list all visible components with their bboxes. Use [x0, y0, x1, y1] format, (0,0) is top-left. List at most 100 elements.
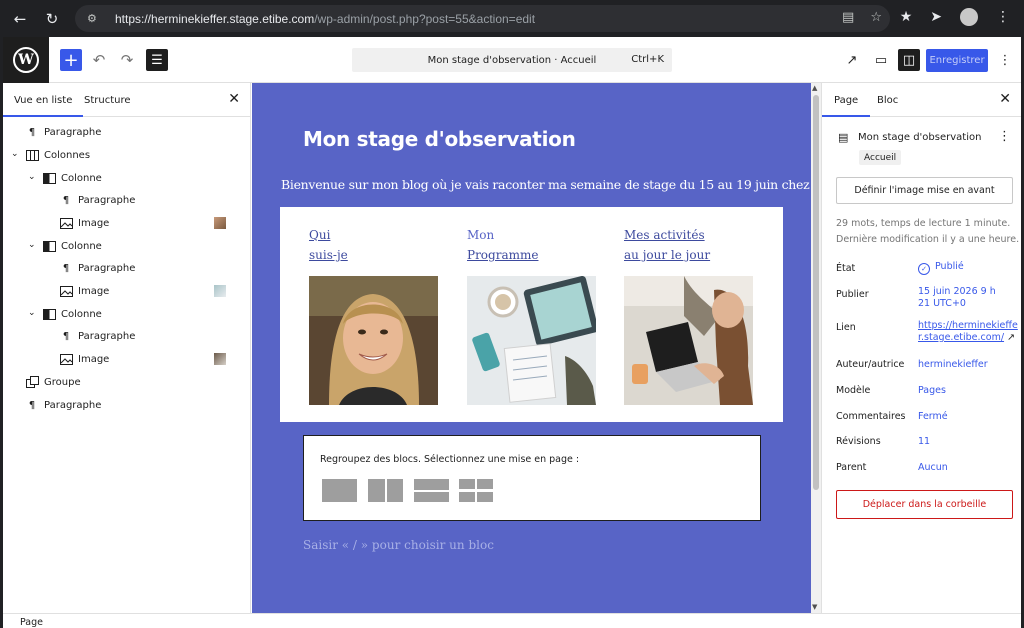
- group-variant-row[interactable]: [368, 479, 403, 502]
- program-link[interactable]: Programme: [467, 248, 538, 262]
- favorites-icon[interactable]: ★: [900, 9, 913, 25]
- device-preview-icon[interactable]: ▭: [870, 49, 892, 71]
- tab-block[interactable]: Bloc: [877, 95, 898, 106]
- redo-icon[interactable]: ↷: [117, 50, 137, 70]
- list-item-label: Paragraphe: [44, 399, 102, 411]
- post-title[interactable]: Mon stage d'observation: [303, 127, 576, 151]
- editor-toolbar: W + ↶ ↷ ☰ Mon stage d'observation · Accu…: [3, 37, 1021, 83]
- variant-block: [477, 479, 493, 489]
- about-link[interactable]: Qui: [309, 228, 330, 242]
- list-item-column[interactable]: Colonne: [42, 304, 102, 324]
- state-value[interactable]: ✓ Publié: [918, 261, 964, 275]
- publish-date[interactable]: 15 juin 2026 9 h 21 UTC+0: [918, 286, 996, 310]
- scroll-up-icon[interactable]: ▲: [812, 84, 817, 92]
- page-actions-icon[interactable]: ⋮: [998, 129, 1011, 144]
- chevron-down-icon[interactable]: ⌄: [11, 149, 19, 159]
- list-item-label: Paragraphe: [44, 126, 102, 138]
- column-3-heading[interactable]: Mes activités au jour le jour: [624, 225, 710, 265]
- revisions-value[interactable]: 11: [918, 436, 930, 448]
- view-page-icon[interactable]: ↗: [841, 49, 863, 71]
- list-item-image[interactable]: Image: [59, 349, 109, 369]
- close-icon[interactable]: ✕: [228, 91, 240, 107]
- list-item-paragraph[interactable]: ¶ Paragraphe: [25, 122, 102, 142]
- template-value[interactable]: Pages: [918, 385, 946, 397]
- list-item-group[interactable]: Groupe: [25, 372, 81, 392]
- variant-block: [414, 491, 449, 502]
- save-button[interactable]: Enregistrer: [926, 49, 988, 72]
- comments-value[interactable]: Fermé: [918, 411, 948, 423]
- list-item-paragraph[interactable]: ¶ Paragraphe: [59, 326, 136, 346]
- move-to-trash-button[interactable]: Déplacer dans la corbeille: [836, 490, 1013, 519]
- editor-canvas[interactable]: Mon stage d'observation Bienvenue sur mo…: [252, 83, 811, 613]
- scroll-down-icon[interactable]: ▼: [812, 603, 817, 611]
- breadcrumb-page[interactable]: Page: [20, 617, 43, 628]
- list-item-column[interactable]: Colonne: [42, 236, 102, 256]
- columns-block[interactable]: Qui suis-je Mon Programme Mes activités …: [280, 207, 783, 422]
- profile-avatar[interactable]: [960, 8, 978, 26]
- list-item-columns[interactable]: Colonnes: [25, 145, 90, 165]
- url-path: /wp-admin/post.php?post=55&action=edit: [314, 11, 536, 26]
- site-info-icon[interactable]: ⚙: [87, 12, 103, 25]
- column-1-heading[interactable]: Qui suis-je: [309, 225, 348, 265]
- tab-structure[interactable]: Structure: [84, 95, 131, 106]
- parent-label: Parent: [836, 462, 867, 473]
- wordpress-logo-button[interactable]: W: [3, 37, 49, 83]
- browser-menu-icon[interactable]: ⋮: [996, 9, 1010, 25]
- parent-value[interactable]: Aucun: [918, 462, 948, 474]
- document-overview-button[interactable]: ☰: [146, 49, 168, 71]
- list-item-paragraph[interactable]: ¶ Paragraphe: [59, 258, 136, 278]
- back-arrow-icon[interactable]: ←: [10, 9, 30, 29]
- activities-link[interactable]: Mes activités: [624, 228, 705, 242]
- reader-mode-icon[interactable]: ▤: [842, 10, 854, 25]
- address-bar[interactable]: ⚙ https://herminekieffer.stage.etibe.com…: [75, 5, 890, 32]
- url-text: https://herminekieffer.stage.etibe.com/w…: [115, 12, 535, 26]
- group-variant-single[interactable]: [322, 479, 357, 502]
- list-item-column[interactable]: Colonne: [42, 168, 102, 188]
- chevron-down-icon[interactable]: ⌄: [28, 172, 36, 182]
- send-icon[interactable]: ➤: [930, 9, 942, 25]
- publish-date-line1: 15 juin 2026 9 h: [918, 286, 996, 297]
- tab-page[interactable]: Page: [821, 95, 871, 117]
- group-block-placeholder[interactable]: Regroupez des blocs. Sélectionnez une mi…: [303, 435, 761, 521]
- settings-sidebar-button[interactable]: ◫: [898, 49, 920, 71]
- intro-paragraph[interactable]: Bienvenue sur mon blog où je vais racont…: [281, 177, 811, 192]
- options-menu-icon[interactable]: ⋮: [994, 49, 1016, 71]
- command-palette-bar[interactable]: Mon stage d'observation · Accueil Ctrl+K: [352, 48, 672, 72]
- paragraph-icon: ¶: [62, 262, 70, 274]
- activities-link-line2[interactable]: au jour le jour: [624, 248, 710, 262]
- variant-block: [322, 479, 357, 502]
- scroll-thumb[interactable]: [813, 95, 819, 490]
- chevron-down-icon[interactable]: ⌄: [28, 308, 36, 318]
- paragraph-icon: ¶: [62, 194, 70, 206]
- block-appender-placeholder[interactable]: Saisir « / » pour choisir un bloc: [303, 538, 494, 552]
- undo-icon[interactable]: ↶: [89, 50, 109, 70]
- set-featured-image-button[interactable]: Définir l'image mise en avant: [836, 177, 1013, 204]
- list-item-paragraph[interactable]: ¶ Paragraphe: [59, 190, 136, 210]
- portrait-image[interactable]: [309, 276, 438, 405]
- group-variant-grid[interactable]: [459, 479, 494, 502]
- canvas-scrollbar[interactable]: ▲ ▼: [811, 83, 821, 613]
- list-item-paragraph[interactable]: ¶ Paragraphe: [25, 395, 102, 415]
- tab-list-view[interactable]: Vue en liste: [3, 95, 84, 117]
- add-block-button[interactable]: +: [60, 49, 82, 71]
- author-value[interactable]: herminekieffer: [918, 359, 988, 371]
- close-icon[interactable]: ✕: [999, 91, 1011, 107]
- chevron-down-icon[interactable]: ⌄: [28, 240, 36, 250]
- laptop-work-image[interactable]: [624, 276, 753, 405]
- column-2-heading[interactable]: Mon Programme: [467, 225, 538, 265]
- list-item-image[interactable]: Image: [59, 281, 109, 301]
- permalink[interactable]: https://herminekieffe r.stage.etibe.com/…: [918, 320, 1018, 344]
- list-item-label: Paragraphe: [78, 330, 136, 342]
- about-link-line2[interactable]: suis-je: [309, 248, 348, 262]
- comments-label: Commentaires: [836, 411, 906, 422]
- desk-planning-image[interactable]: [467, 276, 596, 405]
- bookmark-star-icon[interactable]: ☆: [870, 10, 882, 25]
- list-item-image[interactable]: Image: [59, 213, 109, 233]
- group-variant-stack[interactable]: [414, 479, 449, 502]
- variant-block: [414, 479, 449, 490]
- list-item-label: Paragraphe: [78, 262, 136, 274]
- shortcut-hint: Ctrl+K: [631, 54, 664, 65]
- reload-icon[interactable]: ↻: [42, 9, 62, 29]
- page-icon: ▤: [838, 131, 849, 144]
- word-count: 29 mots, temps de lecture 1 minute.: [836, 218, 1011, 229]
